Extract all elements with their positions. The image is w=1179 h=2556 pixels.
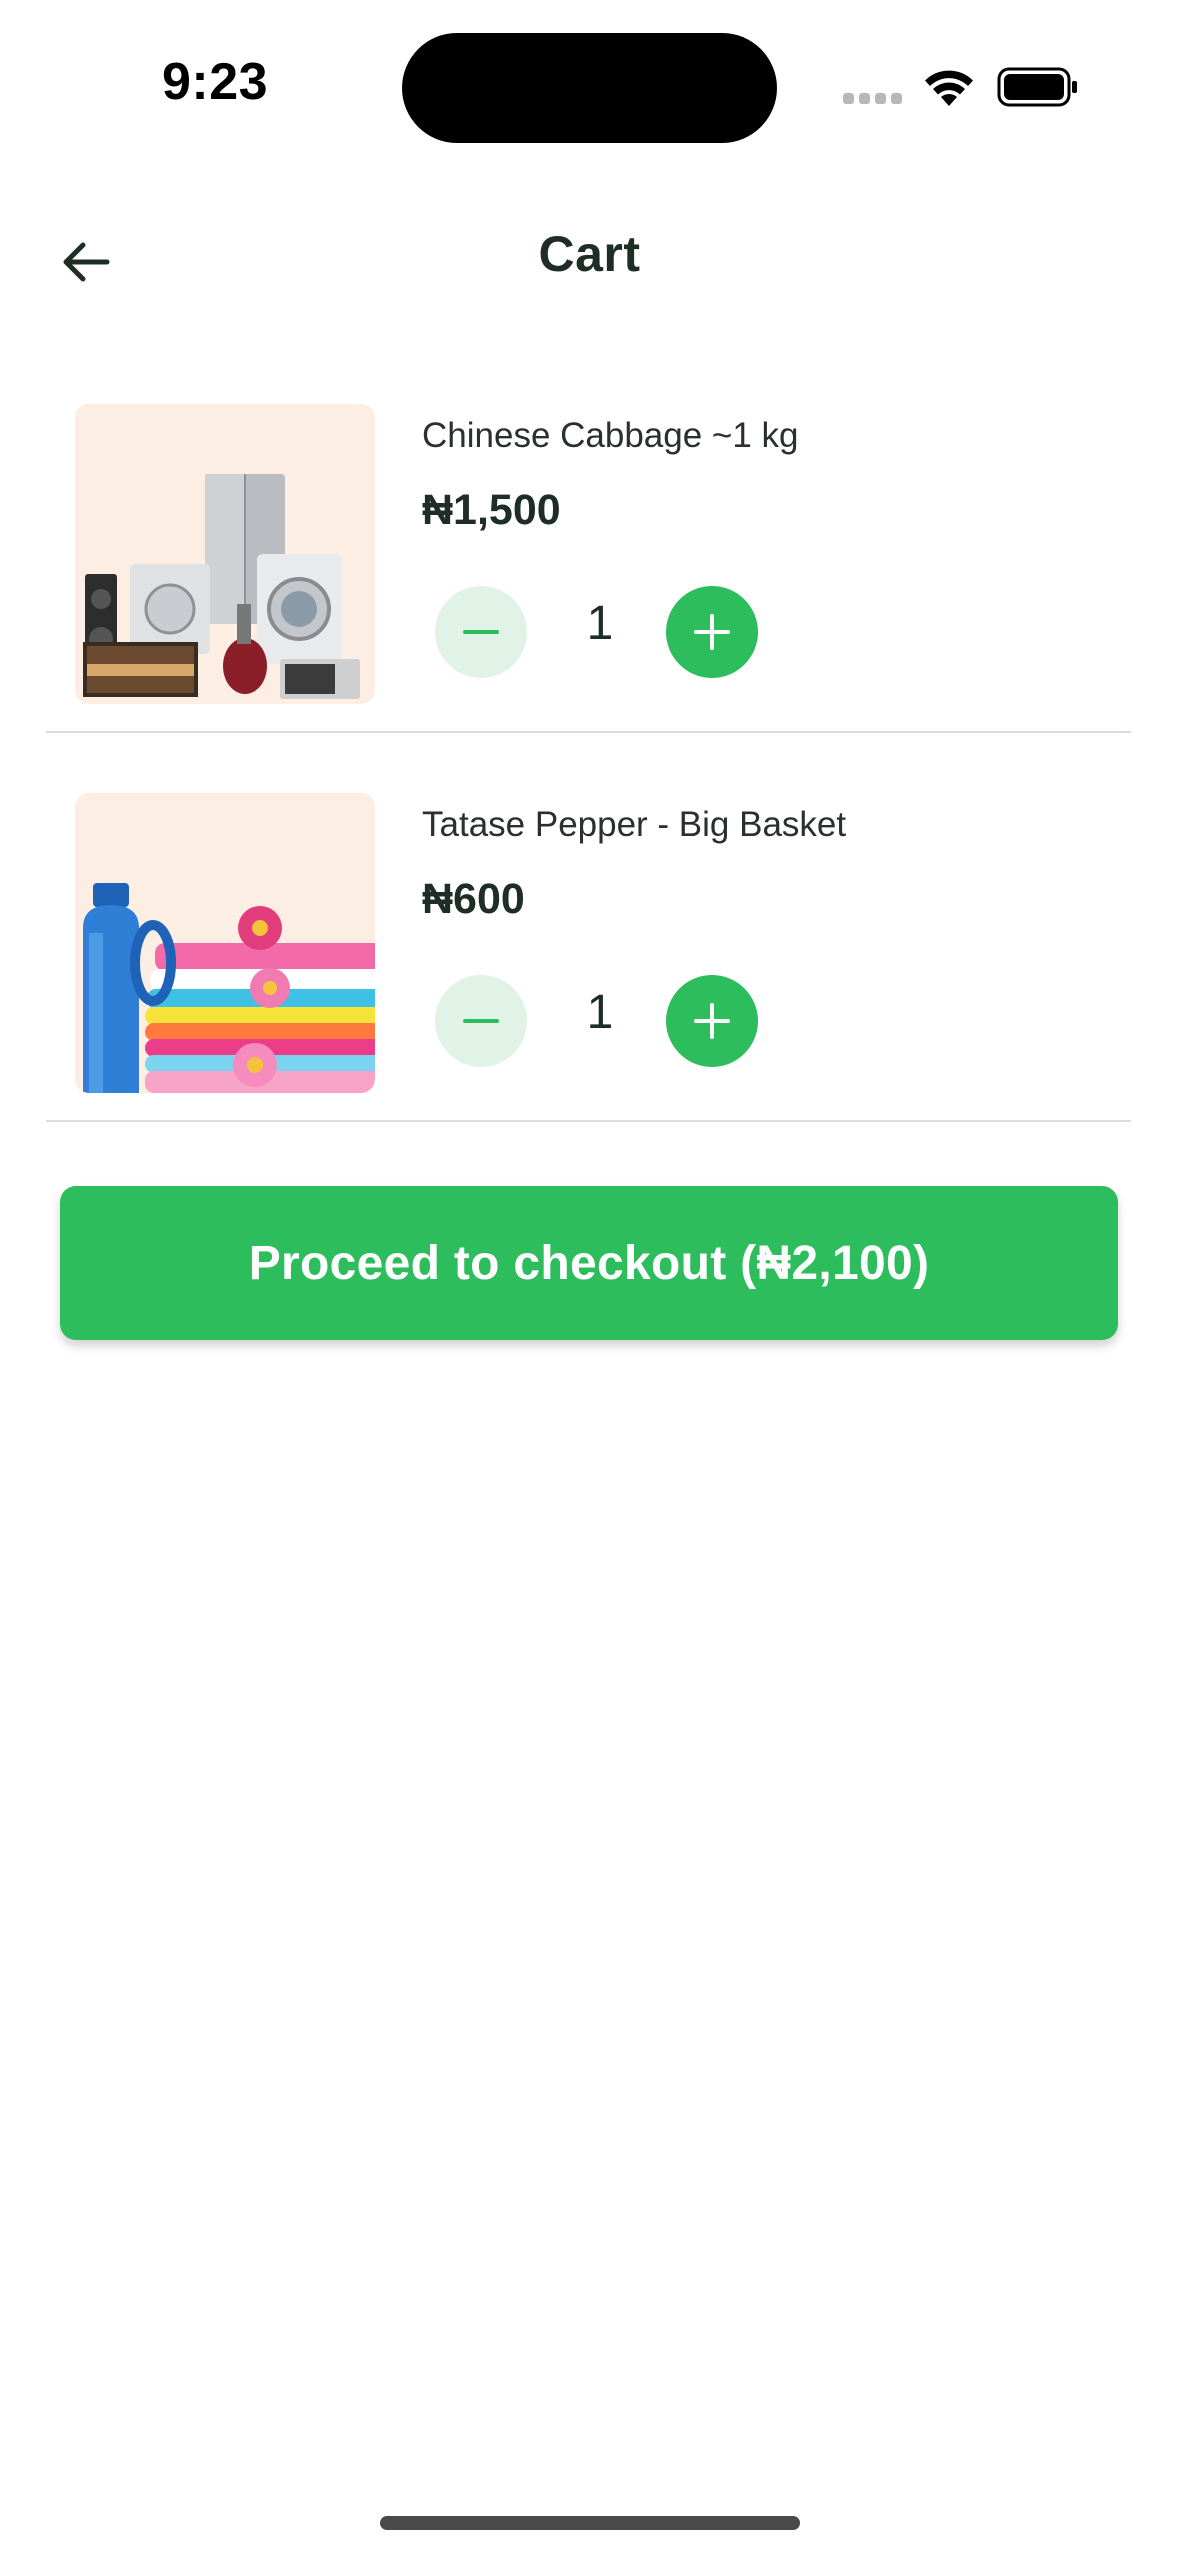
plus-icon (694, 1003, 730, 1039)
minus-icon (463, 630, 499, 634)
wifi-icon (925, 70, 973, 106)
decrease-quantity-button[interactable] (435, 586, 527, 678)
quantity-value: 1 (586, 597, 614, 650)
increase-quantity-button[interactable] (666, 586, 758, 678)
battery-icon (997, 67, 1077, 107)
cart-item: Tatase Pepper - Big Basket ₦600 1 (0, 789, 1179, 1178)
status-bar: 9:23 (0, 0, 1179, 170)
plus-icon (694, 614, 730, 650)
page-title: Cart (538, 226, 641, 282)
product-name: Chinese Cabbage ~1 kg (422, 416, 799, 455)
decrease-quantity-button[interactable] (435, 975, 527, 1067)
increase-quantity-button[interactable] (666, 975, 758, 1067)
cellular-signal-icon (843, 93, 905, 107)
product-name: Tatase Pepper - Big Basket (422, 805, 847, 844)
proceed-to-checkout-button[interactable]: Proceed to checkout (₦2,100) (60, 1186, 1118, 1340)
quantity-value: 1 (586, 986, 614, 1039)
cart-item: Chinese Cabbage ~1 kg ₦1,500 1 (0, 400, 1179, 789)
product-price: ₦600 (422, 875, 525, 923)
product-image[interactable] (75, 404, 375, 704)
home-indicator[interactable] (380, 2516, 800, 2530)
product-image[interactable] (75, 793, 375, 1093)
divider (46, 1120, 1131, 1122)
home-appliances-photo (75, 404, 375, 704)
laundry-detergent-photo (75, 793, 375, 1093)
dynamic-island (402, 33, 777, 143)
cart-list: Chinese Cabbage ~1 kg ₦1,500 1 Tatase Pe… (0, 400, 1179, 1178)
divider (46, 731, 1131, 733)
status-time: 9:23 (161, 53, 269, 111)
product-price: ₦1,500 (422, 486, 561, 534)
minus-icon (463, 1019, 499, 1023)
